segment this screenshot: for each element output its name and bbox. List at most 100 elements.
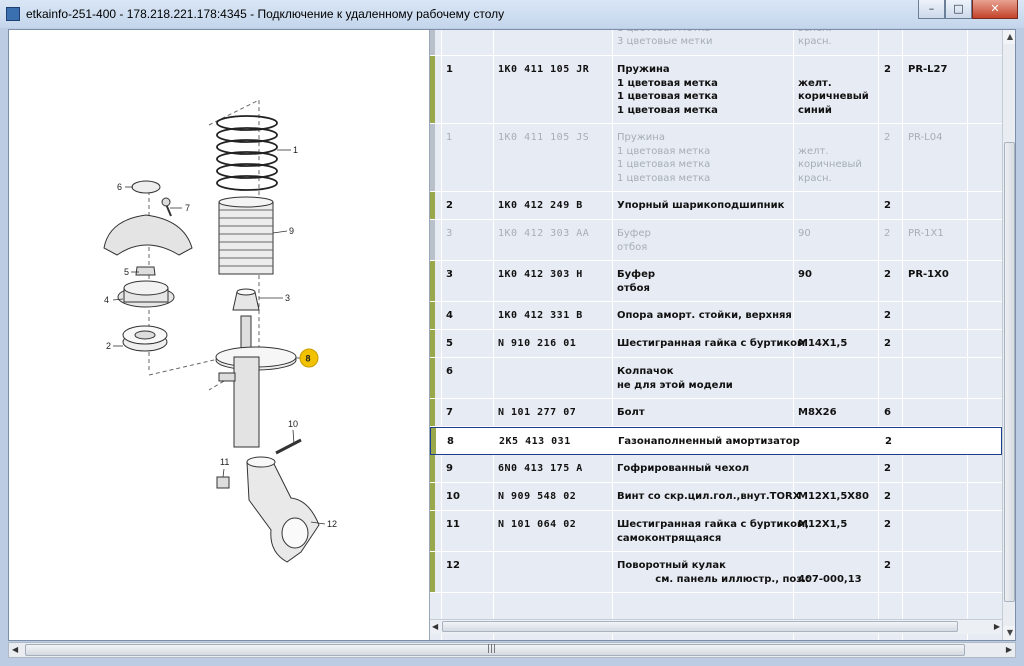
cell-name-line: Пружина — [617, 132, 665, 143]
cell-name-line: Буфер — [617, 228, 651, 239]
vertical-scroll-thumb[interactable] — [1004, 142, 1015, 602]
callout-3[interactable]: 3 — [285, 293, 290, 303]
table-row[interactable]: 11K0 411 105 JQПружина1 цветовая метка3 … — [430, 30, 1002, 56]
cell-name: Колпачок не для этой модели — [617, 365, 733, 392]
table-row[interactable]: 6 Колпачок не для этой модели — [430, 358, 1002, 399]
minimize-button[interactable]: – — [918, 0, 945, 19]
cell-name: Газонаполненный амортизатор — [618, 435, 800, 449]
cell-position: 3 — [446, 228, 453, 239]
cell-quantity: 2 — [884, 132, 891, 143]
cell-part-number: N 909 548 02 — [498, 491, 577, 502]
row-marker — [430, 483, 435, 510]
cell-part-number: 1K0 412 303 AA — [498, 228, 590, 239]
window-horizontal-scrollbar[interactable]: ◀ ||| ▶ — [8, 642, 1016, 658]
callout-7[interactable]: 7 — [185, 203, 190, 213]
scroll-right-arrow-icon[interactable]: ▶ — [994, 620, 1000, 634]
table-row[interactable]: 9 6N0 413 175 A Гофрированный чехол 2 — [430, 455, 1002, 483]
cell-note: M12X1,5X80 — [798, 490, 869, 504]
row-marker — [430, 261, 435, 301]
cell-note-line: коричневый — [798, 91, 869, 102]
cell-note-line: желт. — [798, 77, 832, 89]
table-row[interactable]: 5 N 910 216 01 Шестигранная гайка с буртик… — [430, 330, 1002, 358]
table-row[interactable]: 1 1K0 411 105 JS Пружина 1 цветовая метка 1 … — [430, 124, 1002, 192]
row-marker — [430, 192, 435, 219]
table-row[interactable]: 11 N 101 064 02 Шестигранная гайка с бурти… — [430, 511, 1002, 552]
cell-note-line: M12X1,5X80 — [798, 491, 869, 502]
cell-note: M14X1,5 — [798, 337, 847, 351]
table-scroll-thumb[interactable] — [442, 621, 958, 632]
parts-illustration[interactable]: 1 9 3 6 7 5 4 2 10 11 12 8 — [9, 30, 429, 640]
row-marker — [430, 399, 435, 426]
table-row[interactable]: 3 1K0 412 303 AA Буфер отбоя 90 2 PR-1X1 — [430, 220, 1002, 261]
cell-name-line: Газонаполненный амортизатор — [618, 436, 800, 447]
window-scroll-right-arrow-icon[interactable]: ▶ — [1006, 643, 1012, 657]
table-horizontal-scrollbar[interactable]: ◀ ▶ — [430, 619, 1002, 634]
close-button[interactable]: ✕ — [972, 0, 1018, 19]
table-row[interactable]: 10 N 909 548 02 Винт со скр.цил.гол.,внут.… — [430, 483, 1002, 511]
cell-note-line — [798, 559, 862, 573]
cell-name: Шестигранная гайка с буртиком, самоконтря… — [617, 518, 809, 545]
cell-name: Шестигранная гайка с буртиком — [617, 337, 805, 351]
cell-note-line: 90 — [798, 228, 811, 239]
cell-position: 10 — [446, 491, 460, 502]
title-bar[interactable]: etkainfo-251-400 - 178.218.221.178:4345 … — [0, 0, 1024, 28]
table-row[interactable]: 7 N 101 277 07 Болт M8X26 6 — [430, 399, 1002, 427]
cell-name-line: Поворотный кулак — [617, 560, 726, 571]
table-row[interactable]: 12 Поворотный кулак см. панель иллюстр., … — [430, 552, 1002, 593]
callout-9[interactable]: 9 — [289, 226, 294, 236]
table-row[interactable]: 2 1K0 412 249 B Упорный шарикоподшипник 2 — [430, 192, 1002, 220]
remote-desktop-icon — [6, 7, 20, 21]
callout-11[interactable]: 11 — [220, 457, 229, 467]
callout-12[interactable]: 12 — [327, 519, 337, 529]
cell-part-number: 1K0 412 331 B — [498, 310, 583, 321]
scroll-left-arrow-icon[interactable]: ◀ — [432, 620, 438, 634]
callout-4[interactable]: 4 — [104, 295, 109, 305]
row-marker — [430, 56, 435, 123]
cell-quantity: 2 — [884, 200, 891, 211]
cell-name-line: 1 цветовая метка — [617, 91, 718, 102]
cell-name: Буфер отбоя — [617, 268, 655, 295]
table-row[interactable]: 3 1K0 412 303 H Буфер отбоя 90 2 PR-1X0 — [430, 261, 1002, 302]
scroll-up-arrow-icon[interactable]: ▲ — [1003, 30, 1015, 44]
cell-note: 90 — [798, 227, 811, 241]
cell-name: Упорный шарикоподшипник — [617, 199, 784, 213]
cell-note: желт. коричневый синий — [798, 63, 869, 117]
row-marker — [430, 455, 435, 482]
row-marker — [430, 124, 435, 191]
cell-name-line: 1 цветовая метка — [617, 172, 711, 184]
cell-part-number: 1K0 412 303 H — [498, 269, 583, 280]
callout-2[interactable]: 2 — [106, 341, 111, 351]
row-marker — [430, 30, 435, 55]
callout-10[interactable]: 10 — [288, 419, 298, 429]
svg-text:8: 8 — [306, 354, 311, 364]
cell-pr-number: PR-1X0 — [908, 269, 949, 280]
cell-name: Гофрированный чехол — [617, 462, 749, 476]
parts-table[interactable]: 11K0 411 105 JQПружина1 цветовая метка3 … — [430, 30, 1002, 640]
callout-8-selected[interactable]: 8 — [299, 348, 319, 368]
vertical-scrollbar[interactable]: ▲ ▼ — [1002, 30, 1015, 640]
cell-name: Буфер отбоя — [617, 227, 651, 254]
cell-quantity: 2 — [884, 463, 891, 474]
callout-1[interactable]: 1 — [293, 145, 298, 155]
callout-5[interactable]: 5 — [124, 267, 129, 277]
cell-name-line: 3 цветовые метки — [617, 36, 713, 47]
maximize-button[interactable]: □ — [945, 0, 972, 19]
cell-quantity: 2 — [884, 64, 891, 75]
callout-6[interactable]: 6 — [117, 182, 122, 192]
table-row[interactable]: 8 2K5 413 031 Газонаполненный амортизатор 2 — [430, 427, 1002, 455]
scroll-down-arrow-icon[interactable]: ▼ — [1003, 626, 1015, 640]
cell-position: 9 — [446, 463, 453, 474]
cell-quantity: 2 — [884, 560, 891, 571]
cell-note-line — [798, 131, 862, 145]
table-row[interactable]: 1 1K0 411 105 JR Пружина 1 цветовая метка 1 … — [430, 56, 1002, 124]
cell-part-number: N 101 064 02 — [498, 519, 577, 530]
table-row[interactable]: 4 1K0 412 331 B Опора аморт. стойки, верхн… — [430, 302, 1002, 330]
cell-name-line: отбоя — [617, 241, 648, 253]
illustration-pane: 1 9 3 6 7 5 4 2 10 11 12 8 — [9, 30, 430, 640]
cell-position: 3 — [446, 269, 453, 280]
cell-note-line: 90 — [798, 269, 812, 280]
window-scroll-left-arrow-icon[interactable]: ◀ — [12, 643, 18, 657]
row-marker — [430, 302, 435, 329]
cell-quantity: 2 — [884, 491, 891, 502]
cell-name-line: 1 цветовая метка — [617, 104, 718, 116]
